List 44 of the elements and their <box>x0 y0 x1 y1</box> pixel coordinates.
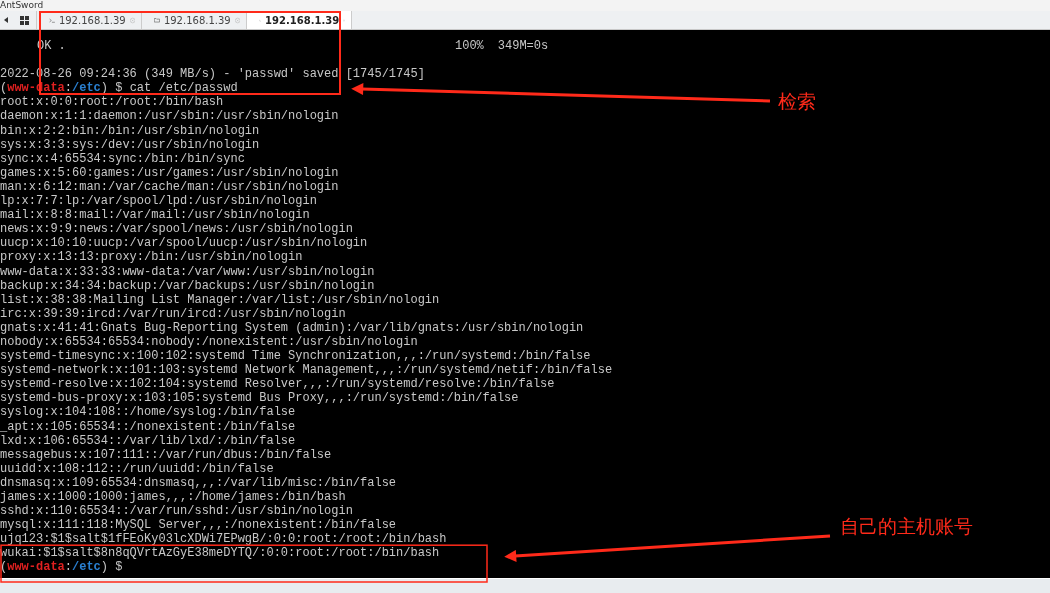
grid-icon[interactable] <box>19 15 29 25</box>
terminal-line: root:x:0:0:root:/root:/bin/bash <box>0 95 224 110</box>
terminal-line: systemd-bus-proxy:x:103:105:systemd Bus Proxy,,,:/run/systemd:/bin/false <box>0 391 519 406</box>
scroll-left-icon[interactable] <box>4 17 8 23</box>
terminal-line: proxy:x:13:13:proxy:/bin:/usr/sbin/nologin <box>0 250 303 265</box>
terminal-line: daemon:x:1:1:daemon:/usr/sbin:/usr/sbin/nologin <box>0 109 339 124</box>
annotation-label: 自己的主机账号 <box>840 515 973 537</box>
terminal-line: sync:x:4:65534:sync:/bin:/bin/sync <box>0 151 245 166</box>
terminal-line: lxd:x:106:65534::/var/lib/lxd/:/bin/false <box>0 433 296 448</box>
folder-icon <box>154 16 160 24</box>
terminal-line: dnsmasq:x:109:65534:dnsmasq,,,:/var/lib/misc:/bin/false <box>0 475 397 490</box>
terminal-line: bin:x:2:2:bin:/bin:/usr/sbin/nologin <box>0 123 260 138</box>
terminal-line: systemd-timesync:x:100:102:systemd Time Synchronization,,,:/run/systemd:/bin/false <box>0 349 591 364</box>
terminal-line: messagebus:x:107:111::/var/run/dbus:/bin/false <box>0 447 332 462</box>
terminal-line: gnats:x:41:41:Gnats Bug-Reporting System (admin):/var/lib/gnats:/usr/sbin/nologin <box>0 320 584 335</box>
annotation-label: 检索 <box>778 90 816 112</box>
terminal-line: backup:x:34:34:backup:/var/backups:/usr/sbin/nologin <box>0 278 375 293</box>
app-title: AntSword <box>0 0 44 11</box>
terminal-icon <box>49 16 55 24</box>
terminal-line: sys:x:3:3:sys:/dev:/usr/sbin/nologin <box>0 137 260 152</box>
terminal-line: uucp:x:10:10:uucp:/var/spool/uucp:/usr/sbin/nologin <box>0 236 368 251</box>
terminal-line: sshd:x:110:65534::/var/run/sshd:/usr/sbin/nologin <box>0 504 353 519</box>
terminal-line: irc:x:39:39:ircd:/var/run/ircd:/usr/sbin/nologin <box>0 306 346 321</box>
close-icon[interactable] <box>234 15 240 25</box>
shell-prompt: (www-data:/etc) $ <box>0 560 123 575</box>
progress-percent: 100% <box>455 39 484 54</box>
terminal-line: mysql:x:111:118:MySQL Server,,,:/nonexistent:/bin/false <box>0 518 397 533</box>
terminal-line: www-data:x:33:33:www-data:/var/www:/usr/sbin/nologin <box>0 264 375 279</box>
close-icon[interactable] <box>129 15 135 25</box>
terminal-line: syslog:x:104:108::/home/syslog:/bin/false <box>0 405 296 420</box>
terminal-line: uuidd:x:108:112::/run/uuidd:/bin/false <box>0 461 274 476</box>
terminal-line: lp:x:7:7:lp:/var/spool/lpd:/usr/sbin/nologin <box>0 194 317 209</box>
terminal-line: games:x:5:60:games:/usr/games:/usr/sbin/nologin <box>0 165 339 180</box>
terminal-line: news:x:9:9:news:/var/spool/news:/usr/sbin/nologin <box>0 222 353 237</box>
terminal-line: nobody:x:65534:65534:nobody:/nonexistent:/usr/sbin/nologin <box>0 334 418 349</box>
download-speed: 349M=0s <box>497 39 549 54</box>
terminal-line: ujq123:$1$salt$1fFEoKy03lcXDWi7EPwgB/:0:0:root:/root:/bin/bash <box>0 532 447 547</box>
terminal-line: _apt:x:105:65534::/nonexistent:/bin/false <box>0 419 296 434</box>
terminal-line: james:x:1000:1000:james,,,:/home/james:/bin/bash <box>0 490 346 504</box>
terminal-line: mail:x:8:8:mail:/var/mail:/usr/sbin/nologin <box>0 208 310 223</box>
terminal-line: list:x:38:38:Mailing List Manager:/var/list:/usr/sbin/nologin <box>0 292 440 307</box>
terminal-line: systemd-resolve:x:102:104:systemd Resolver,,,:/run/systemd/resolve:/bin/false <box>0 377 555 392</box>
terminal-line: systemd-network:x:101:103:systemd Network Management,,,:/run/systemd/netif:/bin/false <box>0 363 613 378</box>
terminal-line: man:x:6:12:man:/var/cache/man:/usr/sbin/nologin <box>0 179 339 194</box>
